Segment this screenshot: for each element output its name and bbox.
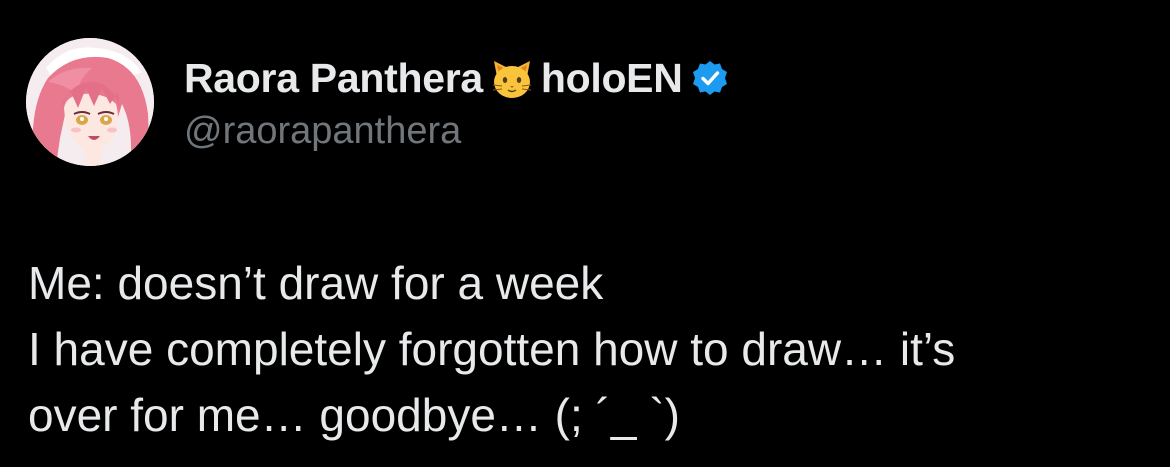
tweet-header: Raora Panthera holoEN @raorapanthera <box>184 50 729 160</box>
tweet-text-line: Me: doesn’t draw for a week <box>28 257 604 309</box>
tweet-text-line: over for me… goodbye… (; ´_ `) <box>28 389 680 441</box>
display-name[interactable]: Raora Panthera <box>184 55 483 102</box>
avatar[interactable] <box>26 38 154 166</box>
tweet-text-line: I have completely forgotten how to draw…… <box>28 323 956 375</box>
tweet-card: Raora Panthera holoEN @raorapanthera Me:… <box>0 0 1170 467</box>
affiliation-label[interactable]: holoEN <box>541 55 683 102</box>
verified-icon[interactable] <box>691 59 729 97</box>
name-row: Raora Panthera holoEN <box>184 50 729 106</box>
avatar-portrait <box>26 38 154 166</box>
cat-face-icon <box>489 55 535 101</box>
tweet-text: Me: doesn’t draw for a week I have compl… <box>28 250 1148 448</box>
user-handle[interactable]: @raorapanthera <box>184 110 729 153</box>
